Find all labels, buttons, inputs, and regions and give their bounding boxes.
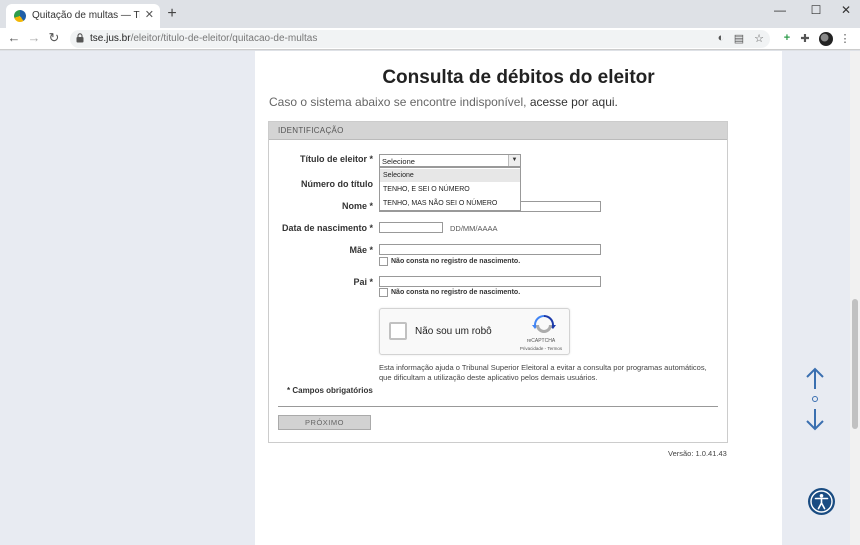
version-text: Versão: 1.0.41.43: [668, 449, 727, 458]
lock-icon[interactable]: [76, 33, 84, 43]
tab-title: Quitação de multas — Tribunal S: [32, 10, 140, 21]
recaptcha-info-text: Esta informação ajuda o Tribunal Superio…: [379, 363, 707, 382]
numero-label: Número do título: [301, 179, 373, 189]
identification-form: IDENTIFICAÇÃO Título de eleitor * Seleci…: [268, 121, 728, 443]
browser-tab[interactable]: Quitação de multas — Tribunal S ✕: [6, 4, 160, 28]
tse-favicon-icon: [14, 10, 26, 22]
reload-icon[interactable]: ↻: [46, 30, 62, 46]
page-viewport: Consulta de débitos do eleitor Caso o si…: [0, 51, 850, 545]
scrollbar-thumb[interactable]: [852, 299, 858, 429]
tab-close-icon[interactable]: ✕: [145, 8, 154, 21]
page-title: Consulta de débitos do eleitor: [382, 67, 655, 88]
dropdown-option[interactable]: Selecione: [380, 169, 520, 182]
window-close-button[interactable]: ✕: [836, 3, 856, 17]
scroll-down-arrow-icon[interactable]: [806, 409, 824, 431]
recaptcha-widget: Não sou um robô reCAPTCHA Privacidade - …: [379, 308, 570, 355]
accessibility-button[interactable]: [808, 488, 835, 515]
nascimento-label: Data de nascimento *: [281, 223, 373, 233]
chevron-down-icon[interactable]: ▼: [508, 155, 520, 166]
recaptcha-links[interactable]: Privacidade - Termos: [513, 346, 569, 351]
mae-label: Mãe *: [349, 245, 373, 255]
address-bar[interactable]: tse.jus.br/eleitor/titulo-de-eleitor/qui…: [70, 30, 770, 48]
recaptcha-checkbox[interactable]: [389, 322, 407, 340]
recaptcha-logo-icon: [532, 315, 556, 333]
url-text: tse.jus.br/eleitor/titulo-de-eleitor/qui…: [90, 33, 318, 44]
new-tab-button[interactable]: +: [164, 5, 180, 23]
page-subtitle: Caso o sistema abaixo se encontre indisp…: [269, 95, 618, 109]
pai-checkbox-label: Não consta no registro de nascimento.: [391, 289, 521, 296]
bookmark-star-icon[interactable]: ☆: [752, 32, 766, 45]
dropdown-option[interactable]: TENHO, E SEI O NÚMERO: [380, 183, 520, 196]
required-fields-note: * Campos obrigatórios: [287, 386, 373, 395]
titulo-select[interactable]: Selecione ▼: [379, 154, 521, 167]
titulo-label: Título de eleitor *: [299, 154, 373, 164]
mae-input[interactable]: [379, 244, 601, 255]
form-divider: [278, 406, 718, 407]
profile-avatar[interactable]: [819, 32, 833, 46]
forward-arrow-icon[interactable]: →: [26, 30, 42, 45]
titulo-dropdown: Selecione TENHO, E SEI O NÚMERO TENHO, M…: [379, 167, 521, 211]
recaptcha-brand: reCAPTCHA: [526, 338, 556, 344]
nascimento-input[interactable]: [379, 222, 443, 233]
scroll-dot-icon: [812, 396, 818, 402]
extensions-puzzle-icon[interactable]: ✚: [798, 32, 812, 45]
reader-mode-icon[interactable]: ▤: [732, 32, 746, 45]
page-scrollbar[interactable]: [850, 51, 860, 545]
translate-icon[interactable]: ◐: [714, 32, 728, 44]
pai-not-registered-checkbox[interactable]: [379, 288, 388, 297]
alternate-access-link[interactable]: acesse por aqui.: [530, 95, 618, 109]
scroll-up-arrow-icon[interactable]: [806, 367, 824, 389]
minimize-button[interactable]: —: [770, 3, 790, 17]
nome-label: Nome *: [341, 201, 373, 211]
back-arrow-icon[interactable]: ←: [6, 30, 22, 45]
section-header: IDENTIFICAÇÃO: [269, 122, 727, 140]
pai-label: Pai *: [353, 277, 373, 287]
recaptcha-label: Não sou um robô: [415, 326, 492, 337]
content-panel: Consulta de débitos do eleitor Caso o si…: [255, 51, 782, 545]
scroll-nav: [806, 367, 824, 431]
next-button[interactable]: PRÓXIMO: [278, 415, 371, 430]
accessibility-icon: [810, 490, 833, 513]
browser-toolbar: ← → ↻ tse.jus.br/eleitor/titulo-de-eleit…: [0, 28, 860, 50]
pai-input[interactable]: [379, 276, 601, 287]
extension-plus-icon[interactable]: +: [780, 32, 794, 44]
more-menu-icon[interactable]: ⋮: [838, 32, 852, 45]
date-format-hint: DD/MM/AAAA: [450, 224, 498, 233]
mae-not-registered-checkbox[interactable]: [379, 257, 388, 266]
tab-strip: Quitação de multas — Tribunal S ✕ + — ☐ …: [0, 0, 860, 28]
maximize-button[interactable]: ☐: [806, 3, 826, 17]
mae-checkbox-label: Não consta no registro de nascimento.: [391, 258, 521, 265]
dropdown-option[interactable]: TENHO, MAS NÃO SEI O NÚMERO: [380, 197, 520, 210]
